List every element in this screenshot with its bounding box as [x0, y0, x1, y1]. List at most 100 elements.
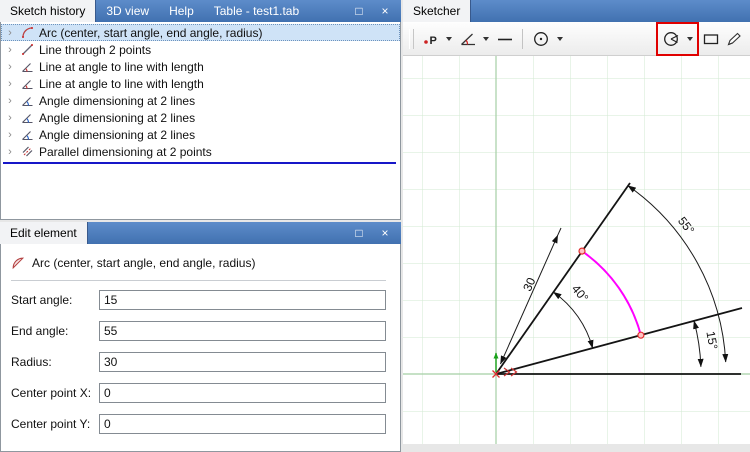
window-controls: □ ×	[348, 0, 401, 22]
list-item-label: Line at angle to line with length	[39, 76, 204, 91]
list-item-arc[interactable]: › Arc (center, start angle, end angle, r…	[1, 24, 400, 41]
edit-form: Arc (center, start angle, end angle, rad…	[0, 244, 401, 452]
form-field-center-x: Center point X:	[11, 383, 386, 403]
angle-dimension-icon	[20, 94, 34, 107]
center-x-input[interactable]	[99, 383, 386, 403]
history-tabbar: Sketch history 3D view Help Table - test…	[0, 0, 401, 22]
field-label: Radius:	[11, 355, 52, 369]
toolbar-grip-handle[interactable]	[409, 28, 414, 49]
drawing-canvas[interactable]: 30 40° 55° 15°	[403, 56, 750, 444]
tab-sketcher[interactable]: Sketcher	[403, 0, 472, 22]
circle-tool-dropdown[interactable]	[553, 27, 566, 51]
line-at-angle-icon	[20, 60, 34, 73]
arc-icon	[11, 257, 25, 270]
close-button[interactable]: ×	[374, 224, 396, 242]
grid	[403, 56, 750, 444]
svg-text:P: P	[429, 35, 436, 47]
expander-icon[interactable]: ›	[5, 129, 15, 141]
expander-icon[interactable]: ›	[5, 61, 15, 73]
rectangle-tool-button[interactable]	[699, 27, 722, 51]
parallel-dimension-icon	[20, 145, 34, 158]
sketch-history-panel: Sketch history 3D view Help Table - test…	[0, 0, 401, 220]
chevron-down-icon	[556, 36, 563, 41]
expander-icon[interactable]: ›	[5, 95, 15, 107]
tab-help[interactable]: Help	[159, 0, 204, 22]
line-tool-button[interactable]	[493, 27, 516, 51]
edit-element-title: Edit element	[0, 222, 88, 244]
separator	[11, 280, 386, 281]
angle-dimension-icon	[20, 111, 34, 124]
tab-3d-view[interactable]: 3D view	[96, 0, 159, 22]
center-y-input[interactable]	[99, 414, 386, 434]
radius-input[interactable]	[99, 352, 386, 372]
list-item-label: Angle dimensioning at 2 lines	[39, 110, 196, 125]
expander-icon[interactable]: ›	[5, 146, 15, 158]
circle-tool-button[interactable]	[529, 27, 553, 51]
toolbar-separator	[522, 28, 524, 49]
angle-dimension-icon	[20, 128, 34, 141]
list-item-label: Angle dimensioning at 2 lines	[39, 93, 196, 108]
chevron-down-icon	[483, 36, 490, 41]
list-item-label: Line at angle to line with length	[39, 59, 204, 74]
element-header-label: Arc (center, start angle, end angle, rad…	[32, 256, 256, 270]
maximize-button[interactable]: □	[348, 2, 370, 20]
form-field-end-angle: End angle:	[11, 321, 386, 341]
form-field-start-angle: Start angle:	[11, 290, 386, 310]
close-button[interactable]: ×	[374, 2, 396, 20]
list-item-label: Parallel dimensioning at 2 points	[39, 144, 212, 159]
list-item-angle-dim[interactable]: › Angle dimensioning at 2 lines	[1, 92, 400, 109]
chevron-down-icon	[446, 36, 453, 41]
list-item-line-angle[interactable]: › Line at angle to line with length	[1, 75, 400, 92]
window-controls: □ ×	[348, 222, 401, 244]
sketcher-tabbar: Sketcher	[403, 0, 750, 22]
arc-tool-dropdown[interactable]	[683, 27, 696, 51]
insertion-marker	[3, 162, 396, 164]
element-header: Arc (center, start angle, end angle, rad…	[11, 252, 386, 274]
maximize-button[interactable]: □	[348, 224, 370, 242]
edit-element-panel: Edit element □ × Arc (center, start angl…	[0, 222, 401, 452]
field-label: Center point X:	[11, 386, 92, 400]
arc-endpoint-start[interactable]	[637, 331, 645, 339]
form-field-center-y: Center point Y:	[11, 414, 386, 434]
tab-sketch-history[interactable]: Sketch history	[0, 0, 97, 22]
angle-tool-group	[456, 25, 493, 53]
chevron-down-icon	[686, 36, 693, 41]
arc-endpoint-end[interactable]	[578, 247, 586, 255]
form-field-radius: Radius:	[11, 352, 386, 372]
point-tool-dropdown[interactable]	[443, 27, 456, 51]
expander-icon[interactable]: ›	[5, 112, 15, 124]
pencil-tool-button[interactable]	[723, 27, 746, 51]
list-item-label: Line through 2 points	[39, 42, 152, 57]
field-label: End angle:	[11, 324, 69, 338]
tab-table-test1[interactable]: Table - test1.tab	[204, 0, 309, 22]
point-tool-button[interactable]: P	[419, 27, 443, 51]
line-icon	[20, 43, 34, 56]
field-label: Center point Y:	[11, 417, 91, 431]
start-angle-input[interactable]	[99, 290, 386, 310]
list-item-parallel-dim[interactable]: › Parallel dimensioning at 2 points	[1, 143, 400, 160]
angle-tool-button[interactable]	[456, 27, 480, 51]
list-item-angle-dim[interactable]: › Angle dimensioning at 2 lines	[1, 126, 400, 143]
list-item-line[interactable]: › Line through 2 points	[1, 41, 400, 58]
point-tool-group: P	[419, 25, 456, 53]
field-label: Start angle:	[11, 293, 73, 307]
sketch-canvas-svg[interactable]: 30 40° 55° 15°	[403, 56, 750, 444]
list-item-label: Angle dimensioning at 2 lines	[39, 127, 196, 142]
history-list: › Arc (center, start angle, end angle, r…	[0, 22, 401, 220]
expander-icon[interactable]: ›	[5, 78, 15, 90]
sketcher-panel: Sketcher P 30 40° 55° 15°	[403, 0, 750, 444]
arc-icon	[20, 26, 34, 39]
edit-titlebar: Edit element □ ×	[0, 222, 401, 244]
angle-tool-dropdown[interactable]	[480, 27, 493, 51]
sketcher-toolbar: P	[403, 21, 750, 56]
arc-tool-button[interactable]	[659, 27, 683, 51]
arc-tool-highlight-box	[656, 21, 700, 56]
list-item-label: Arc (center, start angle, end angle, rad…	[39, 25, 263, 40]
end-angle-input[interactable]	[99, 321, 386, 341]
list-item-line-angle[interactable]: › Line at angle to line with length	[1, 58, 400, 75]
list-item-angle-dim[interactable]: › Angle dimensioning at 2 lines	[1, 109, 400, 126]
line-at-angle-icon	[20, 77, 34, 90]
circle-tool-group	[529, 25, 566, 53]
expander-icon[interactable]: ›	[5, 27, 15, 39]
expander-icon[interactable]: ›	[5, 44, 15, 56]
